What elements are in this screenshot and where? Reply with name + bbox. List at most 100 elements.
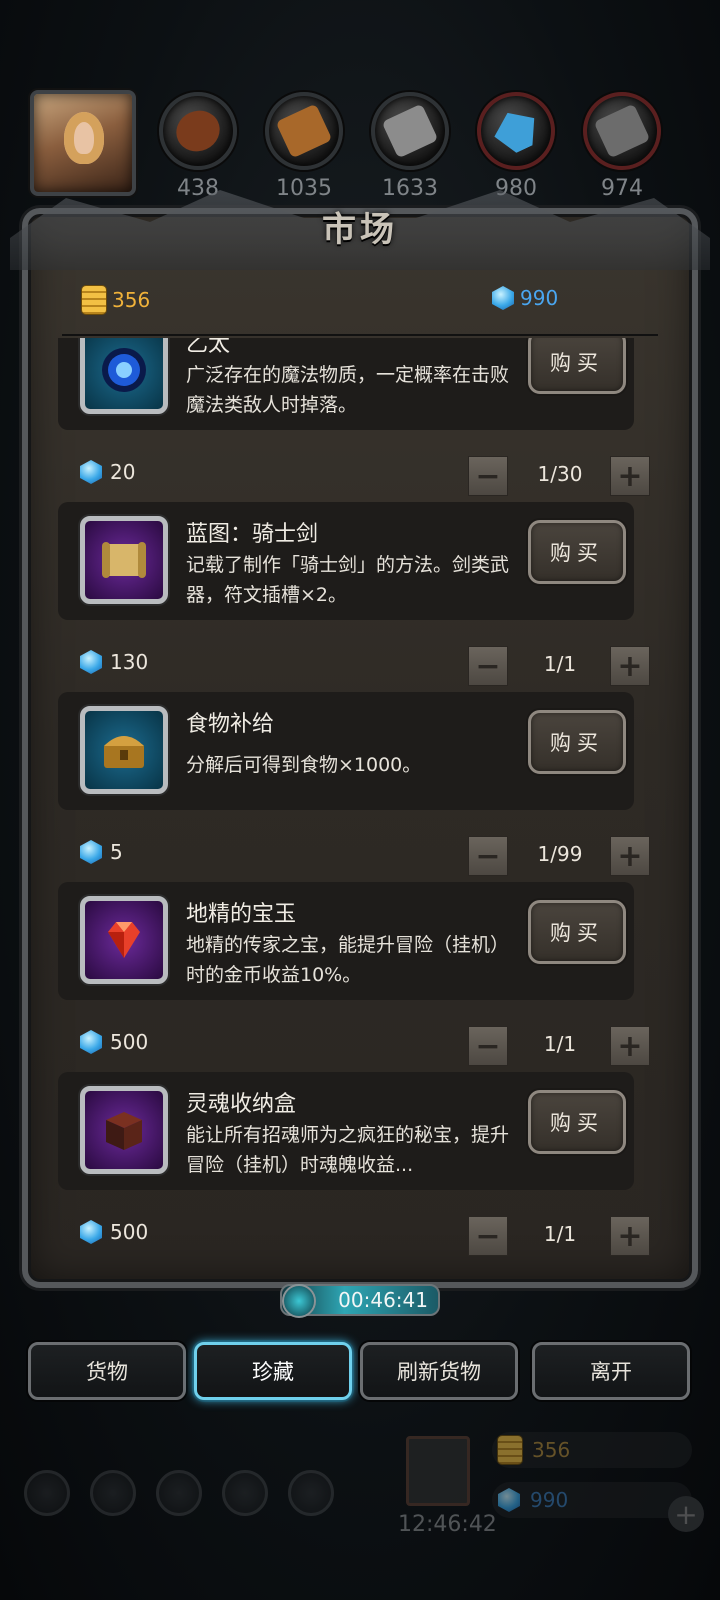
quantity-increase-button[interactable]: + [610,836,650,876]
menu-icon[interactable] [288,1470,334,1516]
gem-icon [80,1030,102,1054]
price-value: 500 [110,1030,149,1054]
hud-gems: 990 [492,1482,692,1518]
item-price: 5 [80,840,123,864]
scroll-icon [102,542,146,578]
item-icon-frame[interactable] [80,516,168,604]
resource-bar: 438 1035 1633 980 974 [0,88,720,208]
timer-value: 00:46:41 [338,1288,428,1312]
hud-clock: 12:46:42 [398,1512,497,1537]
settings-icon[interactable] [24,1470,70,1516]
quantity-decrease-button[interactable]: − [468,1216,508,1256]
item-price: 20 [80,460,135,484]
item-description: 广泛存在的魔法物质，一定概率在击败魔法类敌人时掉落。 [186,364,510,416]
shop-icon[interactable] [156,1470,202,1516]
list-item: 乙太 广泛存在的魔法物质，一定概率在击败魔法类敌人时掉落。 购买 20 − 1/… [58,338,658,502]
item-name: 食物补给 [186,712,275,737]
quantity-value: 1/99 [537,842,583,866]
price-row: 500 − 1/1 + [80,1026,650,1066]
item-name: 蓝图：骑士剑 [186,522,319,547]
refresh-goods-button[interactable]: 刷新货物 [360,1342,518,1400]
item-description: 地精的传家之宝，能提升冒险（挂机）时的金币收益10%。 [186,934,510,986]
list-item: 灵魂收纳盒 能让所有招魂师为之疯狂的秘宝，提升冒险（挂机）时魂魄收益... 购买… [58,1072,658,1258]
buy-button[interactable]: 购买 [528,900,626,964]
background-hud: 12:46:42 356 990 + [0,1432,720,1576]
tab-goods[interactable]: 货物 [28,1342,186,1400]
quantity-value: 1/1 [543,1032,577,1056]
buy-button[interactable]: 购买 [528,1090,626,1154]
gem-icon [80,460,102,484]
star-icon[interactable] [90,1470,136,1516]
hud-gold: 356 [492,1432,692,1468]
list-item: 食物补给 分解后可得到食物×1000。 购买 5 − 1/99 + [58,692,658,882]
item-card: 灵魂收纳盒 能让所有招魂师为之疯狂的秘宝，提升冒险（挂机）时魂魄收益... 购买 [58,1072,634,1190]
currency-row: 356 990 [0,286,720,322]
resource-stone-value: 974 [601,176,643,201]
mail-icon[interactable] [222,1470,268,1516]
item-description: 能让所有招魂师为之疯狂的秘宝，提升冒险（挂机）时魂魄收益... [186,1124,510,1176]
gem-value: 990 [520,286,559,310]
quantity-decrease-button[interactable]: − [468,456,508,496]
ether-orb-icon [102,348,146,392]
stone-icon [593,103,651,159]
quantity-increase-button[interactable]: + [610,1026,650,1066]
gift-icon[interactable] [406,1436,470,1506]
quantity-value: 1/30 [537,462,583,486]
quantity-increase-button[interactable]: + [610,456,650,496]
quantity-decrease-button[interactable]: − [468,1026,508,1066]
clock-icon [282,1284,316,1318]
refresh-timer: 00:46:41 [280,1284,440,1318]
crystal-icon [488,104,545,159]
item-description: 记载了制作「骑士剑」的方法。剑类武器，符文插槽×2。 [186,554,510,606]
add-currency-button[interactable]: + [668,1496,704,1532]
hud-gems-value: 990 [530,1488,569,1512]
buy-button[interactable]: 购买 [528,338,626,394]
item-price: 130 [80,650,148,674]
item-icon-frame[interactable] [80,706,168,794]
quantity-increase-button[interactable]: + [610,1216,650,1256]
gem-balance: 990 [492,286,558,310]
hud-gold-value: 356 [532,1438,571,1462]
quantity-increase-button[interactable]: + [610,646,650,686]
item-card: 蓝图：骑士剑 记载了制作「骑士剑」的方法。剑类武器，符文插槽×2。 购买 [58,502,634,620]
buy-button[interactable]: 购买 [528,710,626,774]
price-value: 5 [110,840,123,864]
divider [62,334,658,336]
list-item: 蓝图：骑士剑 记载了制作「骑士剑」的方法。剑类武器，符文插槽×2。 购买 130… [58,502,658,692]
player-avatar[interactable] [30,90,136,196]
price-row: 500 − 1/1 + [80,1216,650,1256]
price-value: 500 [110,1220,149,1244]
gold-coin-icon [82,286,106,314]
quantity-decrease-button[interactable]: − [468,836,508,876]
ruby-icon [108,922,140,958]
leave-button[interactable]: 离开 [532,1342,690,1400]
gem-icon [492,286,514,310]
gold-balance: 356 [82,286,150,314]
buy-button[interactable]: 购买 [528,520,626,584]
resource-stone: 974 [582,92,662,201]
item-name: 地精的宝玉 [186,902,297,927]
chest-icon [104,736,144,768]
item-card: 食物补给 分解后可得到食物×1000。 购买 [58,692,634,810]
item-list[interactable]: 乙太 广泛存在的魔法物质，一定概率在击败魔法类敌人时掉落。 购买 20 − 1/… [58,338,658,1258]
gold-value: 356 [112,288,151,312]
price-row: 5 − 1/99 + [80,836,650,876]
item-icon-frame[interactable] [80,896,168,984]
item-icon-frame[interactable] [80,1086,168,1174]
item-price: 500 [80,1220,148,1244]
quantity-decrease-button[interactable]: − [468,646,508,686]
resource-iron: 1633 [370,92,450,201]
item-card: 乙太 广泛存在的魔法物质，一定概率在击败魔法类敌人时掉落。 购买 [58,338,634,430]
gem-icon [498,1488,520,1512]
gold-coin-icon [498,1436,522,1464]
gem-icon [80,840,102,864]
item-icon-frame[interactable] [80,338,168,414]
price-value: 20 [110,460,136,484]
wood-icon [275,103,333,159]
quantity-value: 1/1 [543,1222,577,1246]
gem-icon [80,1220,102,1244]
quantity-value: 1/1 [543,652,577,676]
item-price: 500 [80,1030,148,1054]
resource-crystal: 980 [476,92,556,201]
tab-collection[interactable]: 珍藏 [194,1342,352,1400]
